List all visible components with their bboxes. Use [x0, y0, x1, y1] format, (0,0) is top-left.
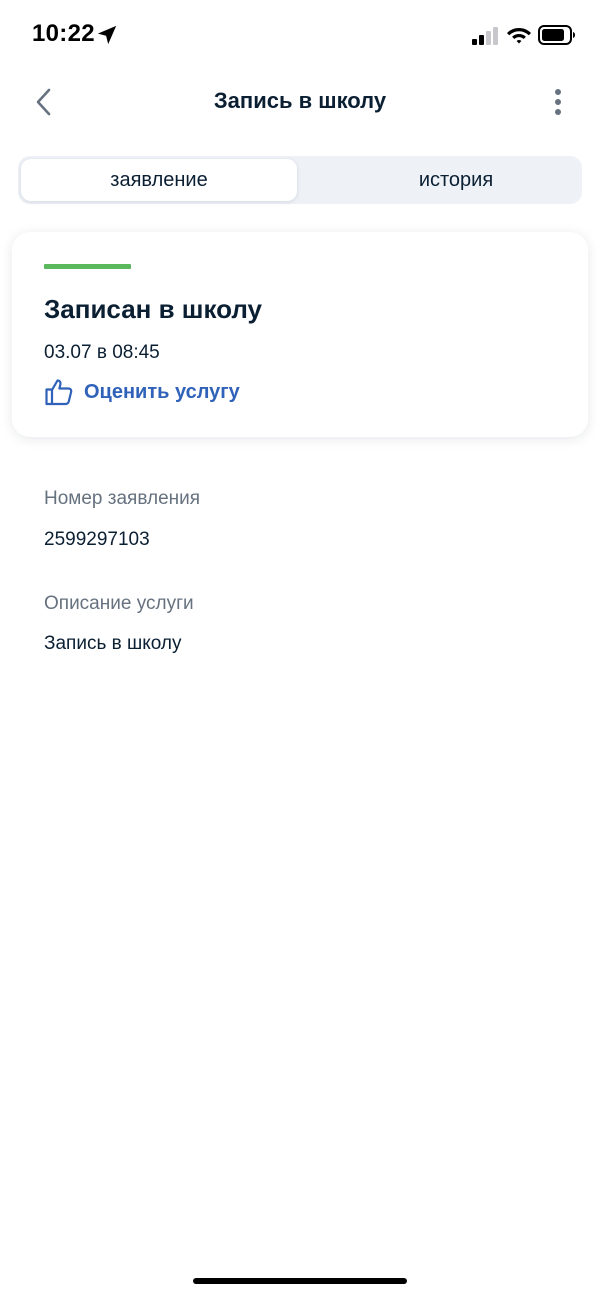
thumbs-up-icon [45, 379, 73, 406]
application-number-label: Номер заявления [44, 488, 201, 509]
tab-application[interactable]: заявление [21, 159, 297, 201]
status-indicator [44, 264, 131, 269]
page-title: Запись в школу [213, 88, 387, 113]
home-indicator[interactable] [193, 1278, 407, 1284]
wifi-icon [507, 28, 531, 44]
chevron-left-icon [36, 88, 51, 116]
location-arrow-icon [97, 25, 117, 45]
status-bar: 10:22 [0, 0, 600, 72]
service-description-label: Описание услуги [44, 593, 194, 614]
status-title: Записан в школу [44, 294, 263, 324]
battery-icon [538, 25, 575, 45]
rate-service-link[interactable]: Оценить услугу [44, 376, 240, 408]
more-vertical-icon [555, 89, 561, 115]
tab-history[interactable]: история [318, 159, 594, 201]
rate-service-label: Оценить услугу [84, 380, 240, 403]
more-options-button[interactable] [544, 84, 572, 120]
status-time: 10:22 [32, 20, 95, 47]
cellular-signal-icon [472, 27, 498, 45]
status-date: 03.07 в 08:45 [44, 342, 160, 363]
screen: 10:22 Запись в школу заявление история З… [0, 0, 600, 1297]
application-number-value: 2599297103 [44, 529, 150, 550]
status-card: Записан в школу 03.07 в 08:45 Оценить ус… [12, 232, 588, 437]
app-header: Запись в школу [0, 72, 600, 132]
segmented-tabs: заявление история [18, 156, 582, 204]
service-description-value: Запись в школу [44, 633, 182, 654]
back-button[interactable] [24, 82, 64, 122]
